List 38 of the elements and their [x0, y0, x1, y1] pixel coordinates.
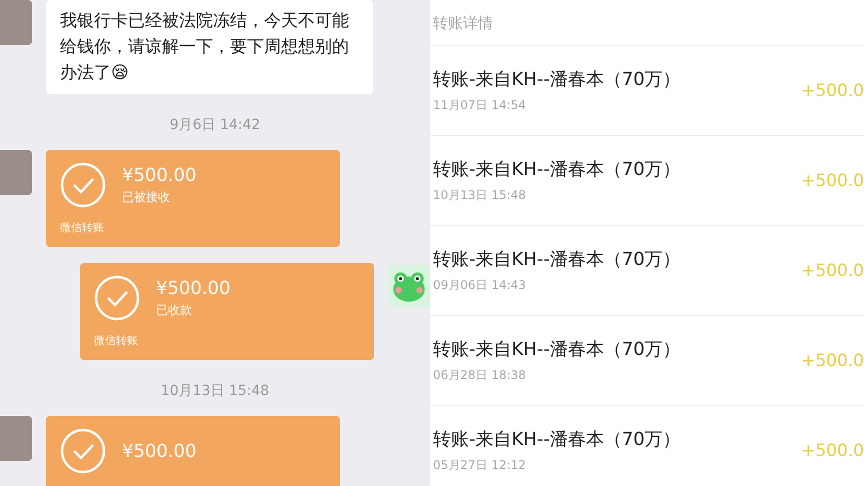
- transfer-row[interactable]: 转账-来自KH--潘春本（70万） 09月06日 14:43 +500.0: [430, 226, 864, 316]
- transfer-amount: ¥500.00: [122, 164, 196, 186]
- transfer-title: 转账-来自KH--潘春本（70万）: [433, 338, 681, 361]
- transfer-status: 已收款: [156, 302, 193, 318]
- avatar-photo-placeholder[interactable]: [0, 416, 32, 461]
- transfer-title: 转账-来自KH--潘春本（70万）: [433, 428, 681, 451]
- transfer-amount: +500.0: [801, 260, 864, 280]
- page-title: 转账详情: [430, 0, 864, 46]
- check-circle-icon: [60, 428, 106, 474]
- chat-timestamp: 9月6日 14:42: [168, 116, 262, 134]
- transfer-date: 05月27日 12:12: [433, 457, 527, 474]
- transfer-amount: +500.0: [801, 80, 864, 100]
- avatar-photo-placeholder[interactable]: [0, 0, 32, 45]
- avatar-photo-placeholder[interactable]: [0, 150, 32, 195]
- transfer-date: 10月13日 15:48: [433, 187, 527, 204]
- transfer-row[interactable]: 转账-来自KH--潘春本（70万） 11月07日 14:54 +500.0: [430, 46, 864, 136]
- check-circle-icon: [94, 275, 140, 321]
- check-circle-icon: [60, 162, 106, 208]
- message-bubble: 我银行卡已经被法院冻结，今天不可能给钱你，请谅解一下，要下周想想别的办法了😪: [46, 0, 373, 94]
- transfer-date: 11月07日 14:54: [433, 97, 527, 114]
- transfer-date: 06月28日 18:38: [433, 367, 527, 384]
- transfer-label: 微信转账: [60, 220, 105, 235]
- frog-avatar-icon[interactable]: [388, 263, 430, 309]
- transfer-label: 微信转账: [94, 333, 139, 348]
- transfer-title: 转账-来自KH--潘春本（70万）: [433, 248, 681, 271]
- transfer-row[interactable]: 转账-来自KH--潘春本（70万） 10月13日 15:48 +500.0: [430, 136, 864, 226]
- transfer-amount: ¥500.00: [122, 440, 196, 462]
- transfer-title: 转账-来自KH--潘春本（70万）: [433, 68, 681, 91]
- transfer-row[interactable]: 转账-来自KH--潘春本（70万） 06月28日 18:38 +500.0: [430, 316, 864, 406]
- transfer-amount: ¥500.00: [156, 278, 230, 298]
- transfer-amount: +500.0: [801, 440, 864, 460]
- transfer-amount: +500.0: [801, 350, 864, 370]
- transfer-date: 09月06日 14:43: [433, 277, 527, 294]
- transfer-amount: +500.0: [801, 170, 864, 190]
- transfer-status: 已被接收: [122, 188, 171, 206]
- transfer-row[interactable]: 转账-来自KH--潘春本（70万） 05月27日 12:12 +500.0: [430, 406, 864, 486]
- transfer-title: 转账-来自KH--潘春本（70万）: [433, 158, 681, 181]
- chat-timestamp: 10月13日 15:48: [160, 382, 270, 400]
